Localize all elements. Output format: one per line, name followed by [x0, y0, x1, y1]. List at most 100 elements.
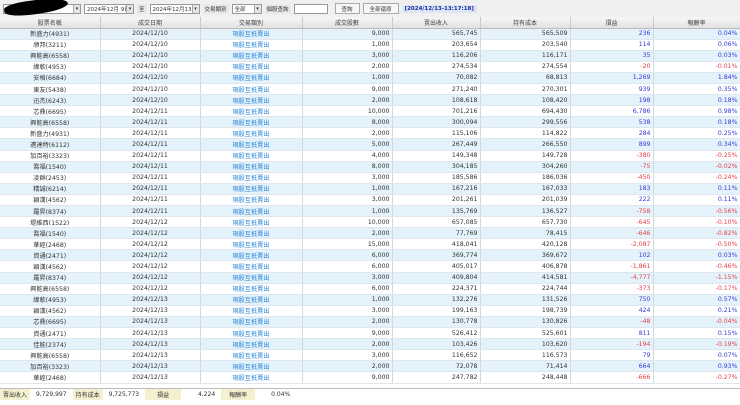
column-header-pnl[interactable]: 損益 [570, 17, 654, 29]
table-row[interactable]: 穎漢(4562) 2024/12/11 現股互抵賣出 3,000 201,261 201,… [0, 194, 740, 207]
cell-sell-income: 149,348 [392, 150, 481, 162]
cell-trade-type[interactable]: 現股互抵賣出 [200, 327, 303, 340]
cell-trade-type[interactable]: 現股互抵賣出 [200, 194, 303, 207]
table-row[interactable]: 喬福(1540) 2024/12/11 現股互抵賣出 8,000 304,185 304,… [0, 161, 740, 173]
stock-query-input[interactable] [293, 3, 328, 14]
cell-holding-cost: 131,526 [480, 294, 571, 306]
cell-trade-type[interactable]: 現股互抵賣出 [200, 61, 303, 73]
cell-trade-type[interactable]: 現股互抵賣出 [200, 294, 303, 306]
cell-stock-name: 芯鼎(6695) [0, 316, 101, 329]
table-row[interactable]: 興能高(6558) 2024/12/10 現股互抵賣出 3,000 116,206 116… [0, 50, 740, 62]
chevron-down-icon: ▾ [253, 4, 261, 13]
column-header-trade-type[interactable]: 交易類別 [200, 17, 303, 29]
table-row[interactable]: 興能高(6558) 2024/12/12 現股互抵賣出 6,000 224,371 224… [0, 283, 740, 295]
table-row[interactable]: 羅昇(8374) 2024/12/12 現股互抵賣出 3,000 409,804 414,… [0, 272, 740, 284]
query-button[interactable]: 查詢 [334, 3, 360, 14]
cell-pnl: 939 [570, 83, 654, 96]
table-row[interactable]: 安格(6684) 2024/12/10 現股互抵賣出 1,000 70,082 68,81… [0, 72, 740, 84]
table-row[interactable]: 華經(2468) 2024/12/13 現股互抵賣出 9,000 247,782 248,… [0, 371, 740, 384]
cell-stock-name: 迅杰(6243) [0, 94, 101, 107]
cell-sell-income: 115,106 [392, 127, 481, 140]
table-row[interactable]: 穎漢(4562) 2024/12/13 現股互抵賣出 3,000 199,163 198,… [0, 305, 740, 317]
table-row[interactable]: 芯鼎(6695) 2024/12/11 現股互抵賣出 10,000 701,216 694… [0, 105, 740, 118]
cell-trade-type[interactable]: 現股互抵賣出 [200, 360, 303, 373]
table-row[interactable]: 東友(5438) 2024/12/10 現股互抵賣出 9,000 271,240 270,… [0, 83, 740, 96]
cell-pnl: -646 [570, 227, 654, 240]
cell-trade-type[interactable]: 現股互抵賣出 [200, 172, 303, 184]
cell-sell-income: 203,654 [392, 39, 481, 51]
column-header-shares[interactable]: 成交股數 [302, 17, 393, 29]
cell-holding-cost: 116,573 [480, 349, 571, 362]
cell-trade-type[interactable]: 現股互抵賣出 [200, 83, 303, 96]
column-header-trade-date[interactable]: 成交日期 [100, 17, 201, 29]
cell-trade-type[interactable]: 現股互抵賣出 [200, 39, 303, 51]
table-row[interactable]: 芯鼎(6695) 2024/12/13 現股互抵賣出 2,000 130,778 130,… [0, 316, 740, 329]
cell-trade-type[interactable]: 現股互抵賣出 [200, 238, 303, 251]
column-header-sell-income[interactable]: 賣出收入 [392, 17, 481, 29]
cell-trade-type[interactable]: 現股互抵賣出 [200, 249, 303, 262]
cell-trade-type[interactable]: 現股互抵賣出 [200, 50, 303, 62]
cell-trade-type[interactable]: 現股互抵賣出 [200, 371, 303, 384]
table-row[interactable]: 資通(2471) 2024/12/13 現股互抵賣出 9,000 526,412 525,… [0, 327, 740, 340]
table-row[interactable]: 加百裕(3323) 2024/12/11 現股互抵賣出 4,000 149,348 149… [0, 150, 740, 162]
cell-trade-type[interactable]: 現股互抵賣出 [200, 116, 303, 129]
column-header-holding-cost[interactable]: 持有成本 [480, 17, 571, 29]
cell-trade-type[interactable]: 現股互抵賣出 [200, 338, 303, 351]
cell-trade-type[interactable]: 現股互抵賣出 [200, 260, 303, 273]
cell-trade-type[interactable]: 現股互抵賣出 [200, 216, 303, 229]
rate-value: 0.04% [271, 390, 291, 398]
cell-stock-name: 華經(2468) [0, 371, 101, 384]
reset-all-button[interactable]: 全部還原 [362, 3, 399, 14]
table-row[interactable]: 緯軟(4953) 2024/12/10 現股互抵賣出 2,000 274,534 274,… [0, 61, 740, 73]
cell-trade-type[interactable]: 現股互抵賣出 [200, 316, 303, 329]
cell-pnl: 424 [570, 305, 654, 317]
table-row[interactable]: 興能高(6558) 2024/12/13 現股互抵賣出 3,000 116,652 116… [0, 349, 740, 362]
cell-trade-type[interactable]: 現股互抵賣出 [200, 72, 303, 84]
table-row[interactable]: 喬福(1540) 2024/12/12 現股互抵賣出 2,000 77,769 78,41… [0, 227, 740, 240]
table-row[interactable]: 迅杰(6243) 2024/12/10 現股互抵賣出 2,000 108,618 108,… [0, 94, 740, 107]
cell-trade-type[interactable]: 現股互抵賣出 [200, 272, 303, 284]
end-date-picker[interactable]: 2024年12月13日 ▾ [149, 3, 200, 14]
cell-trade-type[interactable]: 現股互抵賣出 [200, 205, 303, 218]
table-row[interactable]: 興能高(6558) 2024/12/11 現股互抵賣出 8,000 300,094 299… [0, 116, 740, 129]
cell-trade-type[interactable]: 現股互抵賣出 [200, 94, 303, 107]
cell-trade-type[interactable]: 現股互抵賣出 [200, 105, 303, 118]
start-date-picker[interactable]: 2024年12月 9日 ▾ [84, 3, 134, 14]
table-row[interactable]: 堤維西(1522) 2024/12/12 現股互抵賣出 10,000 657,085 65… [0, 216, 740, 229]
cell-return-rate: -0.82% [653, 227, 740, 240]
cell-return-rate: 0.03% [653, 50, 740, 62]
table-row[interactable]: 華經(2468) 2024/12/12 現股互抵賣出 15,000 418,041 420… [0, 238, 740, 251]
table-row[interactable]: 穎漢(4562) 2024/12/12 現股互抵賣出 6,000 405,017 406,… [0, 260, 740, 273]
cell-trade-type[interactable]: 現股互抵賣出 [200, 28, 303, 40]
cell-sell-income: 526,412 [392, 327, 481, 340]
cell-trade-type[interactable]: 現股互抵賣出 [200, 138, 303, 151]
table-row[interactable]: 緯軟(4953) 2024/12/13 現股互抵賣出 1,000 132,276 131,… [0, 294, 740, 306]
cell-return-rate: -0.04% [653, 316, 740, 329]
cell-trade-type[interactable]: 現股互抵賣出 [200, 127, 303, 140]
cell-shares: 3,000 [302, 272, 393, 284]
table-row[interactable]: 新盛力(4931) 2024/12/11 現股互抵賣出 2,000 115,106 114… [0, 127, 740, 140]
type-select[interactable]: 全部 ▾ [231, 3, 262, 14]
table-row[interactable]: 資通(2471) 2024/12/12 現股互抵賣出 6,000 369,774 369,… [0, 249, 740, 262]
cell-trade-type[interactable]: 現股互抵賣出 [200, 349, 303, 362]
cell-trade-type[interactable]: 現股互抵賣出 [200, 227, 303, 240]
cell-trade-type[interactable]: 現股互抵賣出 [200, 150, 303, 162]
cell-pnl: -645 [570, 216, 654, 229]
table-row[interactable]: 新盛力(4931) 2024/12/10 現股互抵賣出 9,000 565,745 565… [0, 28, 740, 40]
cell-trade-type[interactable]: 現股互抵賣出 [200, 161, 303, 173]
cell-stock-name: 安格(6684) [0, 72, 101, 84]
table-row[interactable]: 邁達特(6112) 2024/12/11 現股互抵賣出 5,000 267,449 266… [0, 138, 740, 151]
cell-trade-type[interactable]: 現股互抵賣出 [200, 283, 303, 295]
cell-stock-name: 喬福(1540) [0, 227, 101, 240]
table-row[interactable]: 凌群(2453) 2024/12/11 現股互抵賣出 3,000 185,586 186,… [0, 172, 740, 184]
table-row[interactable]: 頎邦(3211) 2024/12/10 現股互抵賣出 1,000 203,654 203,… [0, 39, 740, 51]
table-row[interactable]: 羅昇(8374) 2024/12/11 現股互抵賣出 1,000 135,769 136,… [0, 205, 740, 218]
cell-shares: 1,000 [302, 72, 393, 84]
cell-trade-type[interactable]: 現股互抵賣出 [200, 305, 303, 317]
table-row[interactable]: 加百裕(3323) 2024/12/13 現股互抵賣出 2,000 72,078 71,4… [0, 360, 740, 373]
column-header-stock-name[interactable]: 股票名稱 [0, 17, 101, 29]
column-header-return-rate[interactable]: 報酬率 [653, 17, 740, 29]
table-row[interactable]: 佳能(2374) 2024/12/13 現股互抵賣出 2,000 103,426 103,… [0, 338, 740, 351]
cell-trade-type[interactable]: 現股互抵賣出 [200, 183, 303, 195]
table-row[interactable]: 精誠(6214) 2024/12/11 現股互抵賣出 1,000 167,216 167,… [0, 183, 740, 195]
